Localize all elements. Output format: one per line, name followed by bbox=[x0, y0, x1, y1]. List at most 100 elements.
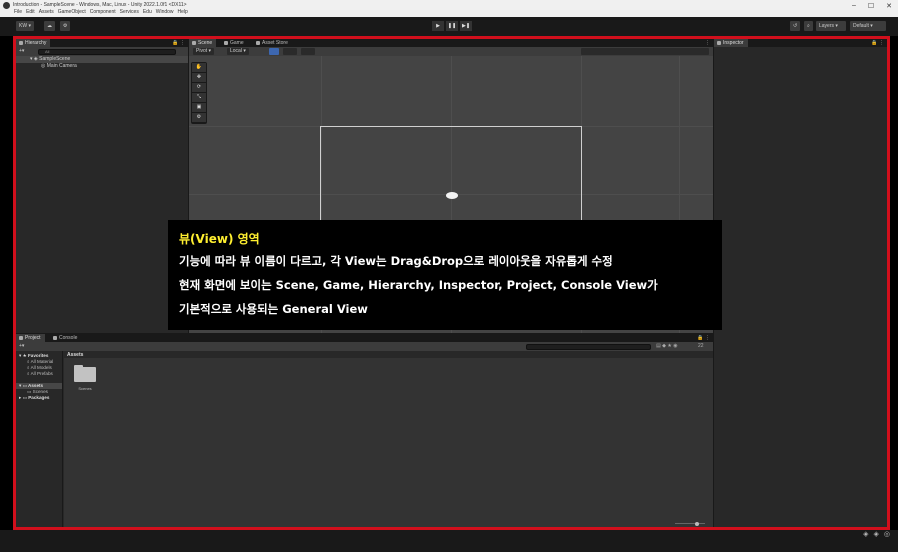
menu-window[interactable]: Window bbox=[156, 9, 174, 15]
scene-name: SampleScene bbox=[39, 56, 71, 62]
status-icons: ◈ ◈ ◎ bbox=[863, 530, 890, 538]
hierarchy-tabbar: Hierarchy 🔒 ⋮ bbox=[16, 39, 188, 47]
search-icon: ⌕ bbox=[27, 365, 30, 370]
menu-edit[interactable]: Edit bbox=[26, 9, 35, 15]
maximize-button[interactable]: ☐ bbox=[868, 2, 874, 10]
tab-project[interactable]: Project bbox=[16, 334, 45, 342]
favorite-materials-label: All Material bbox=[30, 359, 54, 364]
project-folder-tree: ▾ ★ Favorites ⌕ All Material ⌕ All Model… bbox=[16, 351, 63, 527]
play-button[interactable]: ▶ bbox=[432, 21, 444, 31]
menu-help[interactable]: Help bbox=[178, 9, 188, 15]
tab-inspector-label: Inspector bbox=[723, 40, 744, 46]
tree-row-scene[interactable]: ▾ ◈ SampleScene bbox=[16, 56, 188, 63]
cloud-button[interactable]: ☁ bbox=[44, 21, 55, 31]
gameobject-icon: ◎ bbox=[41, 63, 46, 69]
scene-panel-menu-icon[interactable]: ⋮ bbox=[705, 39, 710, 47]
tab-asset-store[interactable]: Asset Store bbox=[253, 39, 292, 47]
folder-icon[interactable] bbox=[74, 365, 96, 382]
scene-tab-icon bbox=[192, 41, 196, 45]
cache-server-icon[interactable]: ◈ bbox=[874, 530, 879, 538]
tree-row-main-camera[interactable]: ◎ Main Camera bbox=[16, 63, 188, 70]
grid-snap-button[interactable] bbox=[269, 48, 279, 55]
project-filter-icons[interactable]: ▤ ◆ ★ ◉ bbox=[656, 343, 678, 349]
step-button[interactable]: ▶❚ bbox=[460, 21, 472, 31]
space-label: Local bbox=[230, 48, 242, 54]
pause-button[interactable]: ❚❚ bbox=[446, 21, 458, 31]
folder-body-shape bbox=[74, 367, 96, 382]
tab-console[interactable]: Console bbox=[50, 334, 81, 342]
tab-game[interactable]: Game bbox=[221, 39, 248, 47]
account-label: KW bbox=[19, 23, 28, 29]
folder-tab-icon bbox=[19, 336, 23, 340]
scale-tool-icon[interactable]: ⤡ bbox=[192, 93, 206, 102]
folder-icon: ▾ ▭ bbox=[19, 383, 27, 388]
grid-visibility-button[interactable] bbox=[301, 48, 315, 55]
progress-icon[interactable]: ◎ bbox=[884, 530, 890, 538]
scene-view-options[interactable] bbox=[581, 48, 709, 55]
scene-icon: ▾ ◈ bbox=[30, 56, 38, 62]
space-dropdown[interactable]: Local ▾ bbox=[227, 48, 249, 55]
tab-asset-store-label: Asset Store bbox=[262, 40, 288, 46]
tab-scene-label: Scene bbox=[198, 40, 213, 46]
tab-hierarchy[interactable]: Hierarchy bbox=[16, 39, 51, 47]
hierarchy-search-placeholder: All bbox=[45, 48, 50, 54]
layout-dropdown[interactable]: Default ▾ bbox=[850, 21, 886, 31]
menu-component[interactable]: Component bbox=[90, 9, 116, 15]
asset-label: Scenes bbox=[78, 386, 92, 391]
breadcrumb-assets[interactable]: Assets bbox=[67, 352, 83, 358]
menu-gameobject[interactable]: GameObject bbox=[58, 9, 86, 15]
rect-tool-icon[interactable]: ▣ bbox=[192, 103, 206, 112]
project-menu-icon[interactable]: 🔒 ⋮ bbox=[697, 334, 710, 342]
account-button[interactable]: KW ▾ bbox=[16, 21, 34, 31]
add-object-button[interactable]: +▾ bbox=[19, 48, 24, 54]
caption-line: 기능에 따라 뷰 이름이 다르고, 각 View는 Drag&Drop으로 레이… bbox=[179, 254, 613, 268]
breadcrumb: Assets bbox=[64, 351, 713, 358]
close-button[interactable]: ✕ bbox=[886, 2, 892, 10]
undo-history-button[interactable]: ↺ bbox=[790, 21, 801, 31]
hierarchy-icon bbox=[19, 41, 23, 45]
hierarchy-search-input[interactable]: All bbox=[38, 48, 176, 55]
hidden-packages-count[interactable]: 22 bbox=[698, 343, 704, 349]
history-icon: ↺ bbox=[793, 23, 798, 29]
inspector-menu-icon[interactable]: 🔒 ⋮ bbox=[871, 39, 884, 47]
camera-gizmo-icon[interactable] bbox=[446, 192, 458, 199]
scene-tools: ✋ ✥ ⟳ ⤡ ▣ ⚙ bbox=[191, 62, 207, 124]
menu-file[interactable]: File bbox=[14, 9, 22, 15]
pivot-dropdown[interactable]: Pivot ▾ bbox=[193, 48, 215, 55]
tab-console-label: Console bbox=[59, 335, 78, 341]
tree-favorite-prefabs[interactable]: ⌕ All Prefabs bbox=[16, 371, 62, 377]
project-tabbar: Project Console 🔒 ⋮ bbox=[16, 334, 713, 342]
menu-edu[interactable]: Edu bbox=[143, 9, 152, 15]
tree-packages[interactable]: ▸ ▭ Packages bbox=[16, 395, 62, 401]
panel-menu-icon[interactable]: 🔒 ⋮ bbox=[172, 39, 185, 47]
inspector-body bbox=[714, 47, 887, 527]
search-button[interactable]: ⌕ bbox=[804, 21, 813, 31]
hierarchy-panel: Hierarchy 🔒 ⋮ +▾ All ▾ ◈ SampleScene ◎ M… bbox=[16, 39, 188, 333]
window-controls: – ☐ ✕ bbox=[852, 2, 892, 10]
zoom-slider[interactable] bbox=[675, 523, 705, 524]
zoom-slider-handle[interactable] bbox=[695, 522, 699, 526]
search-icon: ⌕ bbox=[27, 359, 30, 364]
inspector-icon bbox=[717, 41, 721, 45]
tab-scene[interactable]: Scene bbox=[189, 39, 217, 47]
services-settings-button[interactable]: ⚙ bbox=[60, 21, 71, 31]
unity-logo-icon bbox=[3, 2, 10, 9]
collab-icon[interactable]: ◈ bbox=[863, 530, 868, 538]
tab-inspector[interactable]: Inspector bbox=[714, 39, 748, 47]
create-asset-button[interactable]: +▾ bbox=[19, 343, 24, 349]
snap-increment-button[interactable] bbox=[283, 48, 297, 55]
minimize-button[interactable]: – bbox=[852, 2, 856, 10]
hierarchy-subbar: +▾ All bbox=[16, 47, 188, 56]
rotate-tool-icon[interactable]: ⟳ bbox=[192, 83, 206, 92]
assets-label: Assets bbox=[28, 383, 44, 388]
project-asset-grid: Assets Scenes bbox=[64, 351, 713, 527]
project-search-input[interactable] bbox=[526, 343, 651, 350]
menu-assets[interactable]: Assets bbox=[39, 9, 54, 15]
scene-tabbar: Scene Game Asset Store ⋮ bbox=[189, 39, 713, 47]
layers-dropdown[interactable]: Layers ▾ bbox=[816, 21, 846, 31]
menu-services[interactable]: Services bbox=[120, 9, 139, 15]
move-tool-icon[interactable]: ✥ bbox=[192, 73, 206, 82]
caption-line: 현재 화면에 보이는 Scene, Game, Hierarchy, Inspe… bbox=[179, 278, 658, 292]
hand-tool-icon[interactable]: ✋ bbox=[192, 63, 206, 72]
transform-tool-icon[interactable]: ⚙ bbox=[192, 113, 206, 122]
